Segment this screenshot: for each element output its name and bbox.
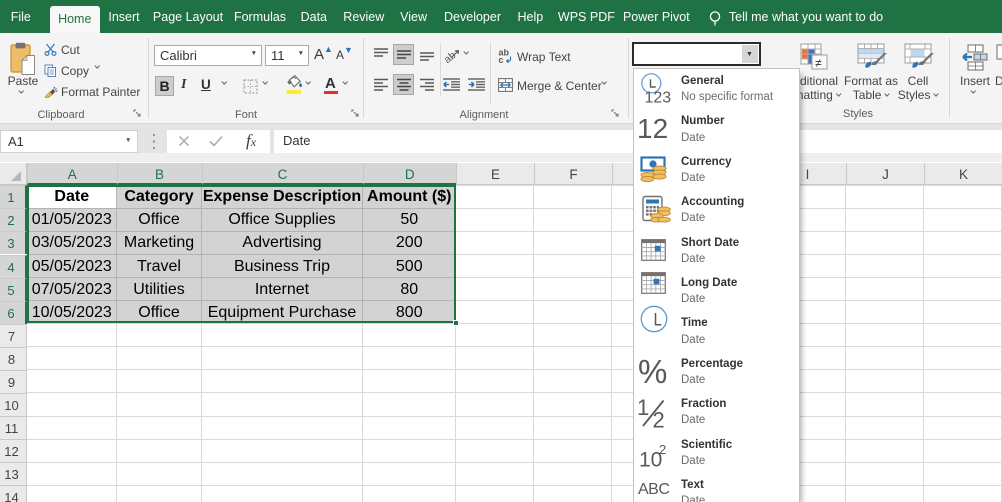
svg-text:123: 123 [645,90,672,105]
svg-text:≠: ≠ [815,56,822,70]
svg-text:2: 2 [653,408,665,430]
svg-text:c: c [499,55,504,64]
svg-text:1: 1 [637,397,649,420]
svg-text:12: 12 [637,113,668,142]
svg-text:%: % [638,354,667,386]
svg-text:2: 2 [659,442,666,457]
